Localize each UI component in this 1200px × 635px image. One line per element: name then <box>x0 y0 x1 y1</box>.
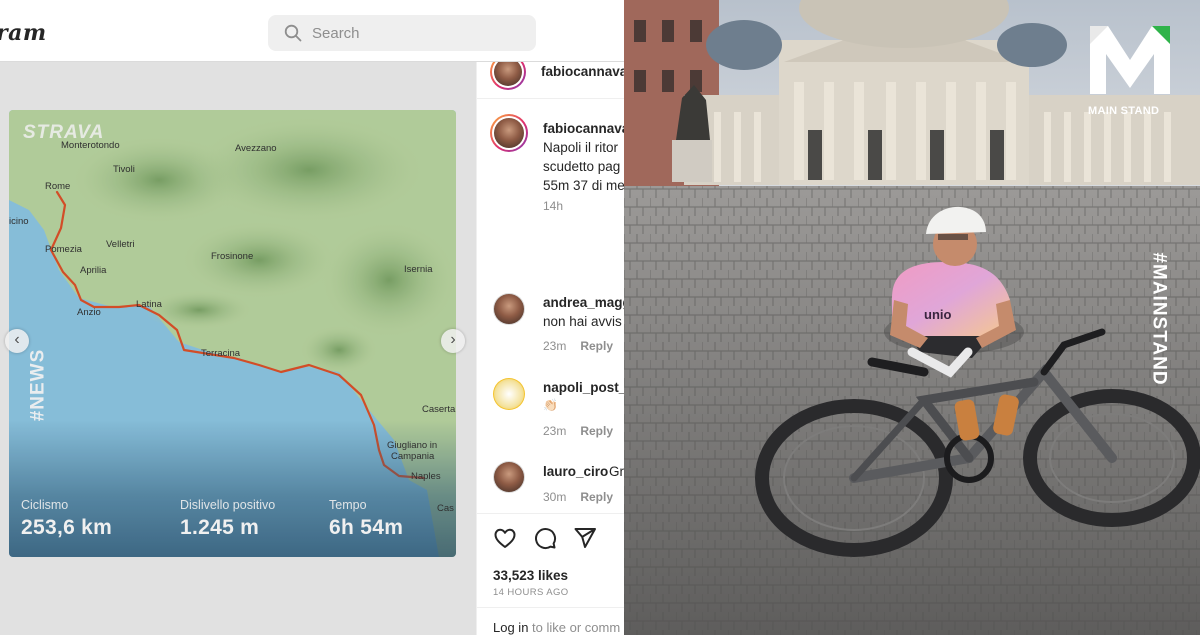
comment-avatar[interactable] <box>493 378 525 410</box>
caption-line: Napoli il ritor <box>543 140 619 155</box>
comment-avatar[interactable] <box>493 293 525 325</box>
town-label: Tivoli <box>113 164 135 175</box>
post-timestamp: 14 HOURS AGO <box>493 587 569 598</box>
comment-username[interactable]: napoli_post_ <box>543 380 624 395</box>
town-label: Monterotondo <box>61 140 120 151</box>
stat-label: Ciclismo <box>21 498 69 512</box>
share-send-icon[interactable] <box>573 526 597 550</box>
brand-name: MAIN STAND <box>1088 105 1160 117</box>
comment-avatar[interactable] <box>493 461 525 493</box>
news-tag: #NEWS <box>27 348 49 422</box>
divider <box>477 98 624 99</box>
comment-time: 23m <box>543 424 567 438</box>
post-author-username[interactable]: fabiocannava <box>541 64 624 79</box>
search-placeholder: Search <box>312 25 360 42</box>
carousel-next-button[interactable]: › <box>441 329 465 353</box>
instagram-topbar: ram Search <box>0 0 624 62</box>
mainstand-hashtag: #MAINSTAND <box>1148 252 1170 386</box>
comment-username[interactable]: andrea_magg <box>543 295 624 310</box>
stat-value: 1.245 m <box>180 516 260 539</box>
post-media-area: STRAVA Monterotondo Tivoli Avezzano Rome… <box>0 62 476 635</box>
news-watermark: #NEWS <box>24 346 54 426</box>
mainstand-logo: MAIN STAND <box>1088 24 1172 117</box>
comment-time: 30m <box>543 490 567 504</box>
reply-button[interactable]: Reply <box>580 339 613 353</box>
stat-value: 6h 54m <box>329 516 404 539</box>
stat-label: Tempo <box>329 498 367 512</box>
divider <box>477 513 624 514</box>
town-label: Pomezia <box>45 244 82 255</box>
caption-avatar[interactable] <box>490 114 528 152</box>
town-label: Isernia <box>404 264 433 275</box>
town-label: Frosinone <box>211 251 254 262</box>
town-label: Latina <box>136 299 162 310</box>
divider <box>477 607 624 608</box>
comment-meta: 23m Reply <box>543 424 613 438</box>
login-link[interactable]: Log in <box>493 620 528 635</box>
search-icon <box>284 24 302 42</box>
comment-meta: 30m Reply <box>543 490 613 504</box>
post-author-avatar[interactable] <box>490 62 526 90</box>
town-label: icino <box>9 216 29 227</box>
town-label: Anzio <box>77 307 101 318</box>
stat-distance: Ciclismo 253,6 km <box>21 498 112 540</box>
town-label: Terracina <box>201 348 241 359</box>
caption-line: 55m 37 di me <box>543 178 624 193</box>
caption-time: 14h <box>543 199 564 213</box>
strava-map-card: STRAVA Monterotondo Tivoli Avezzano Rome… <box>9 110 456 557</box>
caption-username[interactable]: fabiocannava <box>543 121 624 136</box>
comment-text: non hai avvis <box>543 314 622 329</box>
login-prompt: Log in to like or comm <box>493 620 620 635</box>
instagram-logo[interactable]: ram <box>0 20 47 46</box>
town-label: Campania <box>391 451 435 462</box>
login-prompt-text: to like or comm <box>528 620 621 635</box>
stat-value: 253,6 km <box>21 516 113 539</box>
town-label: Rome <box>45 181 71 192</box>
reply-button[interactable]: Reply <box>580 490 613 504</box>
comment-meta: 23m Reply <box>543 339 613 353</box>
instagram-screenshot: ram Search STRAVA Monterotondo Tivoli Av… <box>0 0 624 635</box>
reply-button[interactable]: Reply <box>580 424 613 438</box>
comment-time: 23m <box>543 339 567 353</box>
comment-text: Gr <box>609 464 624 479</box>
stat-elevation: Dislivello positivo 1.245 m <box>180 498 275 540</box>
like-heart-icon[interactable] <box>493 526 517 550</box>
caption-line: scudetto pag <box>543 159 621 174</box>
svg-text:unio: unio <box>924 307 951 322</box>
town-label: Cas <box>437 503 454 514</box>
likes-count[interactable]: 33,523 likes <box>493 568 568 583</box>
town-label: Caserta <box>422 404 456 415</box>
town-label: Naples <box>411 471 441 482</box>
comments-column: fabiocannava fabiocannava Napoli il rito… <box>476 62 624 635</box>
comment-text: 👏🏻 <box>543 398 558 412</box>
town-label: Velletri <box>106 239 135 250</box>
mainstand-m-icon <box>1090 26 1170 94</box>
stat-time: Tempo 6h 54m <box>329 498 403 540</box>
search-box[interactable]: Search <box>268 15 536 51</box>
comment-username[interactable]: lauro_ciro <box>543 464 608 479</box>
mainstand-tag: #MAINSTAND <box>1148 250 1174 390</box>
stat-label: Dislivello positivo <box>180 498 276 512</box>
town-label: Giugliano in <box>387 440 438 451</box>
town-label: Aprilia <box>80 265 107 276</box>
town-label: Avezzano <box>235 143 277 154</box>
comment-bubble-icon[interactable] <box>533 526 557 550</box>
